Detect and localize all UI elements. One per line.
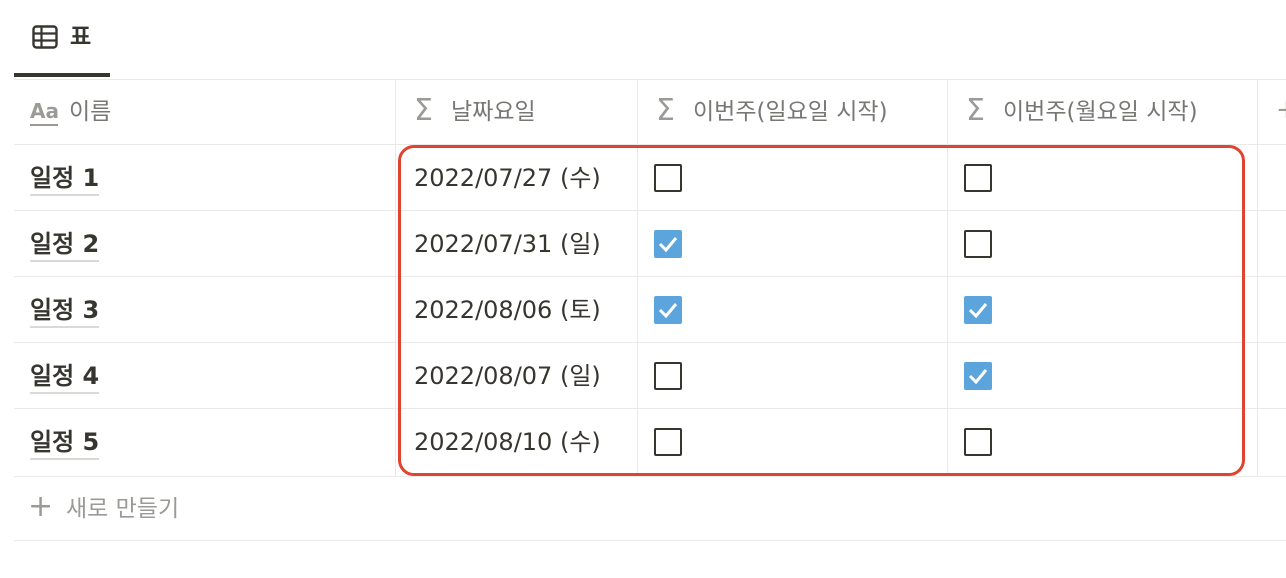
column-header-this-week-sunday[interactable]: Σ 이번주(일요일 시작) xyxy=(637,79,947,144)
row-title[interactable]: 일정 5 xyxy=(30,427,100,460)
date-weekday-value: 2022/07/27 (수) xyxy=(414,164,601,192)
checkbox-checked xyxy=(654,230,682,258)
formula-icon: Σ xyxy=(966,93,985,128)
this-week-sunday-cell xyxy=(637,211,947,276)
view-tabbar: 표 xyxy=(14,0,1286,80)
name-cell[interactable]: 일정 4 xyxy=(14,343,395,408)
table-row[interactable]: 일정 2 2022/07/31 (일) xyxy=(14,211,1286,277)
table-row[interactable]: 일정 4 2022/08/07 (일) xyxy=(14,343,1286,409)
empty-cell xyxy=(1257,409,1286,476)
checkbox-checked xyxy=(654,296,682,324)
column-header-name[interactable]: Aa 이름 xyxy=(14,79,395,144)
formula-icon: Σ xyxy=(656,93,675,128)
name-cell[interactable]: 일정 3 xyxy=(14,277,395,342)
column-header-date[interactable]: Σ 날짜요일 xyxy=(395,79,637,144)
column-header-label: 이번주(일요일 시작) xyxy=(693,99,888,125)
new-row-label: 새로 만들기 xyxy=(66,496,180,522)
this-week-monday-cell xyxy=(947,211,1257,276)
this-week-sunday-cell xyxy=(637,409,947,476)
new-row-button[interactable]: + 새로 만들기 xyxy=(14,477,1286,541)
name-cell[interactable]: 일정 2 xyxy=(14,211,395,276)
date-weekday-value: 2022/08/07 (일) xyxy=(414,362,601,390)
text-property-icon-underline xyxy=(30,124,58,126)
row-title[interactable]: 일정 3 xyxy=(30,295,100,328)
checkbox-checked xyxy=(964,296,992,324)
name-cell[interactable]: 일정 5 xyxy=(14,409,395,476)
plus-icon: + xyxy=(1276,95,1286,125)
checkbox-unchecked xyxy=(964,230,992,258)
column-header-this-week-monday[interactable]: Σ 이번주(월요일 시작) xyxy=(947,79,1257,144)
date-cell: 2022/07/31 (일) xyxy=(395,211,637,276)
add-column-button[interactable]: + xyxy=(1257,79,1286,144)
row-title[interactable]: 일정 2 xyxy=(30,229,100,262)
date-weekday-value: 2022/08/10 (수) xyxy=(414,428,601,456)
active-tab-underline xyxy=(14,73,110,77)
table-icon xyxy=(32,25,58,49)
table-row[interactable]: 일정 3 2022/08/06 (토) xyxy=(14,277,1286,343)
table-view-tab[interactable]: 표 xyxy=(14,18,110,60)
checkbox-unchecked xyxy=(654,428,682,456)
checkbox-unchecked xyxy=(654,362,682,390)
plus-icon: + xyxy=(28,489,54,524)
this-week-sunday-cell xyxy=(637,145,947,210)
table-row[interactable]: 일정 1 2022/07/27 (수) xyxy=(14,145,1286,211)
tab-label: 표 xyxy=(70,24,92,50)
empty-cell xyxy=(1257,211,1286,276)
date-cell: 2022/07/27 (수) xyxy=(395,145,637,210)
empty-cell xyxy=(1257,277,1286,342)
date-cell: 2022/08/10 (수) xyxy=(395,409,637,476)
this-week-monday-cell xyxy=(947,409,1257,476)
date-cell: 2022/08/07 (일) xyxy=(395,343,637,408)
column-header-label: 날짜요일 xyxy=(451,99,536,125)
column-header-label: 이번주(월요일 시작) xyxy=(1003,99,1198,125)
row-title[interactable]: 일정 4 xyxy=(30,361,100,394)
this-week-monday-cell xyxy=(947,343,1257,408)
table-header-row: Aa 이름 Σ 날짜요일 Σ 이번주(일요일 시작) Σ 이번주(월요일 시작)… xyxy=(14,79,1286,145)
this-week-sunday-cell xyxy=(637,343,947,408)
this-week-sunday-cell xyxy=(637,277,947,342)
row-title[interactable]: 일정 1 xyxy=(30,163,100,196)
empty-cell xyxy=(1257,145,1286,210)
date-weekday-value: 2022/08/06 (토) xyxy=(414,296,601,324)
table-row[interactable]: 일정 5 2022/08/10 (수) xyxy=(14,409,1286,477)
checkbox-unchecked xyxy=(654,164,682,192)
this-week-monday-cell xyxy=(947,277,1257,342)
empty-cell xyxy=(1257,343,1286,408)
date-cell: 2022/08/06 (토) xyxy=(395,277,637,342)
checkbox-unchecked xyxy=(964,164,992,192)
checkbox-unchecked xyxy=(964,428,992,456)
formula-icon: Σ xyxy=(414,93,433,128)
checkbox-checked xyxy=(964,362,992,390)
column-header-label: 이름 xyxy=(69,99,112,125)
date-weekday-value: 2022/07/31 (일) xyxy=(414,230,601,258)
text-property-icon: Aa xyxy=(30,99,59,123)
this-week-monday-cell xyxy=(947,145,1257,210)
name-cell[interactable]: 일정 1 xyxy=(14,145,395,210)
